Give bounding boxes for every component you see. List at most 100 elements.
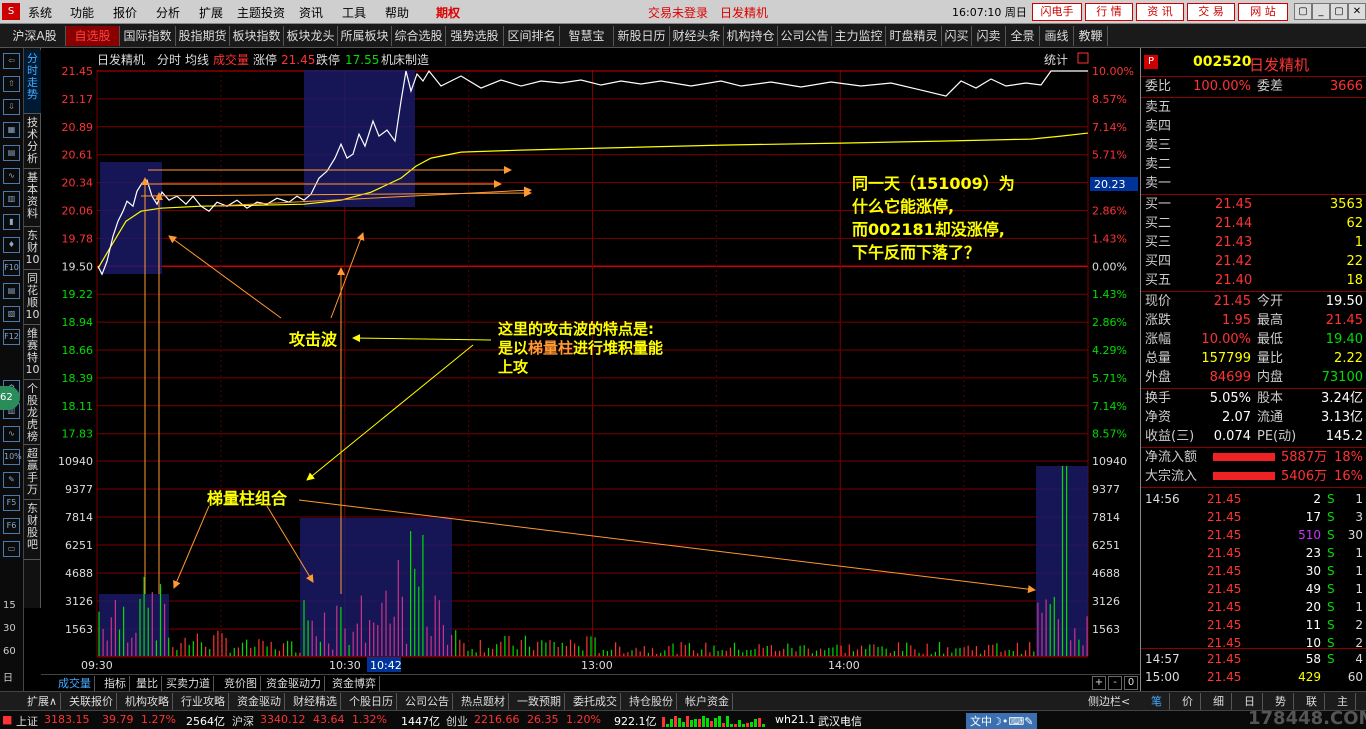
toolbar-tab-11[interactable]: 新股日历: [614, 26, 670, 46]
menu-system[interactable]: 系统: [28, 4, 52, 21]
toolbar-tab-2[interactable]: 国际指数: [120, 26, 176, 46]
period-0[interactable]: 15: [3, 600, 16, 611]
link-12[interactable]: 帐户资金: [682, 693, 733, 710]
link-5[interactable]: 财经精选: [290, 693, 341, 710]
link-11[interactable]: 持仓股份: [626, 693, 677, 710]
link-10[interactable]: 委托成交: [570, 693, 621, 710]
flash-trade-button[interactable]: 闪电手: [1032, 3, 1082, 21]
panel-tab-4[interactable]: 势: [1268, 693, 1294, 710]
side-bar-toggle[interactable]: 侧边栏<: [1088, 693, 1130, 710]
toolbar-tab-4[interactable]: 板块指数: [230, 26, 284, 46]
f6-icon[interactable]: F6: [3, 518, 20, 534]
link-3[interactable]: 行业攻略: [178, 693, 229, 710]
panel-tab-5[interactable]: 联: [1299, 693, 1325, 710]
menu-extend[interactable]: 扩展: [199, 4, 223, 21]
toolbar-tab-17[interactable]: 闪买: [942, 26, 972, 46]
panel-tab-0[interactable]: 笔: [1144, 693, 1170, 710]
vtab-6[interactable]: 个股龙虎榜: [24, 380, 41, 445]
table-icon[interactable]: ▤: [3, 145, 20, 161]
vtab-7[interactable]: 超赢手万: [24, 445, 41, 500]
f12-icon[interactable]: F12: [3, 329, 20, 345]
toolbar-tab-21[interactable]: 教鞭: [1074, 26, 1108, 46]
chart-icon[interactable]: ▥: [3, 191, 20, 207]
zoom-button-1[interactable]: -: [1108, 676, 1122, 690]
vtab-2[interactable]: 基本资料: [24, 169, 41, 227]
toolbar-tab-20[interactable]: 画线: [1040, 26, 1074, 46]
toolbar-tab-0[interactable]: 沪深A股: [4, 26, 66, 46]
toolbar-tab-3[interactable]: 股指期货: [176, 26, 230, 46]
trade-button[interactable]: 交 易: [1187, 3, 1235, 21]
toolbar-tab-7[interactable]: 综合选股: [392, 26, 446, 46]
line-icon[interactable]: ∿: [3, 168, 20, 184]
toolbar-tab-9[interactable]: 区间排名: [504, 26, 560, 46]
toolbar-tab-12[interactable]: 财经头条: [670, 26, 724, 46]
indicator-tab-3[interactable]: 买卖力道: [163, 676, 214, 691]
chart3-icon[interactable]: ∿: [3, 426, 20, 442]
toolbar-tab-13[interactable]: 机构持仓: [724, 26, 778, 46]
vtab-1[interactable]: 技术分析: [24, 114, 41, 169]
toolbar-tab-15[interactable]: 主力监控: [832, 26, 886, 46]
toolbar-tab-1[interactable]: 自选股: [66, 26, 120, 46]
menu-theme[interactable]: 主题投资: [237, 4, 285, 21]
intraday-chart[interactable]: 21.45 21.17 20.89 20.61 20.34 20.06 19.78 19.50…: [41, 48, 1140, 674]
toolbar-tab-16[interactable]: 盯盘精灵: [886, 26, 942, 46]
link-4[interactable]: 资金驱动: [234, 693, 285, 710]
link-8[interactable]: 热点题材: [458, 693, 509, 710]
page-icon[interactable]: ▭: [3, 541, 20, 557]
website-button[interactable]: 网 站: [1238, 3, 1288, 21]
bar-icon[interactable]: ▮: [3, 214, 20, 230]
link-1[interactable]: 关联报价: [66, 693, 117, 710]
restore-icon[interactable]: ▢: [1294, 3, 1312, 20]
vtab-0[interactable]: 分时走势: [24, 50, 41, 114]
vtab-3[interactable]: 东财 10: [24, 227, 41, 270]
link-0[interactable]: 扩展∧: [24, 693, 62, 710]
menu-quote[interactable]: 报价: [113, 4, 137, 21]
menu-function[interactable]: 功能: [70, 4, 94, 21]
toolbar-tab-8[interactable]: 强势选股: [446, 26, 504, 46]
period-3[interactable]: 日: [3, 669, 13, 684]
f5-icon[interactable]: F5: [3, 495, 20, 511]
panel-tab-3[interactable]: 日: [1237, 693, 1263, 710]
toolbar-tab-19[interactable]: 全景: [1006, 26, 1040, 46]
close-icon[interactable]: ✕: [1348, 3, 1366, 20]
period-2[interactable]: 60: [3, 646, 16, 657]
toolbar-tab-5[interactable]: 板块龙头: [284, 26, 338, 46]
vtab-8[interactable]: 东财股吧: [24, 500, 41, 560]
link-9[interactable]: 一致预期: [514, 693, 565, 710]
link-2[interactable]: 机构攻略: [122, 693, 173, 710]
quote-button[interactable]: 行 情: [1085, 3, 1133, 21]
up-arrow-icon[interactable]: ⇧: [3, 76, 20, 92]
indicator-tab-0[interactable]: 成交量: [55, 676, 95, 691]
down-arrow-icon[interactable]: ⇩: [3, 99, 20, 115]
link-6[interactable]: 个股日历: [346, 693, 397, 710]
sheet2-icon[interactable]: ▧: [3, 306, 20, 322]
toolbar-tab-10[interactable]: 智慧宝: [560, 26, 614, 46]
period-1[interactable]: 30: [3, 623, 16, 634]
f10-icon[interactable]: F10: [3, 260, 20, 276]
panel-tab-2[interactable]: 细: [1206, 693, 1232, 710]
indicator-tab-4[interactable]: 竞价图: [221, 676, 261, 691]
toolbar-tab-18[interactable]: 闪卖: [972, 26, 1006, 46]
vtab-5[interactable]: 维赛特 10: [24, 325, 41, 380]
menu-help[interactable]: 帮助: [385, 4, 409, 21]
menu-news[interactable]: 资讯: [299, 4, 323, 21]
pencil-icon[interactable]: ✎: [3, 472, 20, 488]
maximize-icon[interactable]: ▢: [1330, 3, 1348, 20]
toolbar-tab-6[interactable]: 所属板块: [338, 26, 392, 46]
indicator-tab-5[interactable]: 资金驱动力: [263, 676, 325, 691]
pct-icon[interactable]: 10%: [3, 449, 22, 465]
left-arrow-icon[interactable]: ⇦: [3, 53, 20, 69]
indicator-tab-1[interactable]: 指标: [101, 676, 130, 691]
zoom-button-2[interactable]: 0: [1124, 676, 1138, 690]
menu-tools[interactable]: 工具: [342, 4, 366, 21]
vtab-4[interactable]: 同花顺 10: [24, 270, 41, 325]
link-7[interactable]: 公司公告: [402, 693, 453, 710]
menu-analysis[interactable]: 分析: [156, 4, 180, 21]
indicator-tab-6[interactable]: 资金博弈: [329, 676, 380, 691]
menu-futures[interactable]: 期权: [436, 4, 460, 21]
minimize-icon[interactable]: _: [1312, 3, 1330, 20]
kline-icon[interactable]: ♦: [3, 237, 20, 253]
sheet-icon[interactable]: ▤: [3, 283, 20, 299]
indicator-tab-2[interactable]: 量比: [133, 676, 162, 691]
panel-tab-1[interactable]: 价: [1175, 693, 1201, 710]
